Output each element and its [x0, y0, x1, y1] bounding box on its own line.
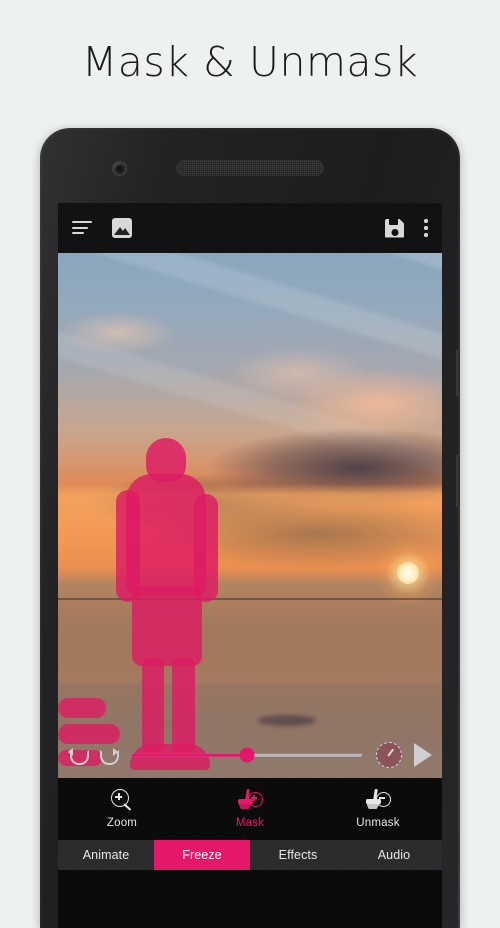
tab-freeze[interactable]: Freeze — [154, 840, 250, 870]
undo-icon[interactable] — [68, 747, 89, 765]
app-bar-right-group — [385, 218, 428, 238]
tool-zoom[interactable]: Zoom — [58, 789, 186, 829]
speed-dial-icon[interactable] — [376, 742, 402, 768]
app-screen: Zoom Mask Unmask Animate Freeze Effects … — [58, 203, 442, 928]
video-preview[interactable] — [58, 253, 442, 778]
sea-rock-shadow — [258, 715, 316, 726]
tab-animate[interactable]: Animate — [58, 840, 154, 870]
save-icon-disc — [391, 228, 398, 236]
tool-zoom-label: Zoom — [106, 817, 138, 829]
mask-torso — [126, 474, 206, 596]
mask-rock-1 — [58, 698, 106, 718]
tool-unmask-label: Unmask — [356, 817, 400, 829]
brush-minus-icon — [365, 788, 391, 812]
volume-rocker-button[interactable] — [456, 455, 460, 507]
page-title: Mask & Unmask — [81, 38, 419, 86]
app-bar-left-group — [72, 218, 132, 238]
seek-slider[interactable] — [132, 746, 362, 764]
bottom-tab-bar: Animate Freeze Effects Audio — [58, 840, 442, 870]
sun-glow — [397, 562, 419, 584]
tab-audio[interactable]: Audio — [346, 840, 442, 870]
tool-mask[interactable]: Mask — [186, 788, 314, 829]
play-icon[interactable] — [414, 743, 432, 767]
phone-mockup: Zoom Mask Unmask Animate Freeze Effects … — [40, 128, 460, 928]
zoom-magnifier-icon — [110, 789, 134, 812]
power-button[interactable] — [456, 350, 460, 396]
mask-overlay-person — [116, 438, 236, 770]
earpiece-speaker-icon — [176, 160, 324, 176]
app-bar — [58, 203, 442, 253]
hamburger-menu-icon[interactable] — [72, 221, 92, 235]
mask-shorts — [132, 586, 202, 666]
tool-mask-label: Mask — [235, 817, 265, 829]
tool-unmask[interactable]: Unmask — [314, 788, 442, 829]
seek-progress-fill — [132, 753, 247, 757]
more-vertical-icon[interactable] — [424, 219, 428, 237]
save-icon-slot — [389, 218, 398, 225]
save-floppy-icon[interactable] — [385, 218, 404, 238]
tab-effects[interactable]: Effects — [250, 840, 346, 870]
front-camera-icon — [112, 161, 127, 176]
brush-plus-icon — [237, 788, 263, 812]
playback-bar — [58, 732, 442, 778]
seek-thumb[interactable] — [239, 747, 255, 763]
photo-gallery-icon[interactable] — [112, 218, 132, 238]
redo-icon[interactable] — [98, 747, 119, 765]
tool-strip: Zoom Mask Unmask — [58, 778, 442, 840]
